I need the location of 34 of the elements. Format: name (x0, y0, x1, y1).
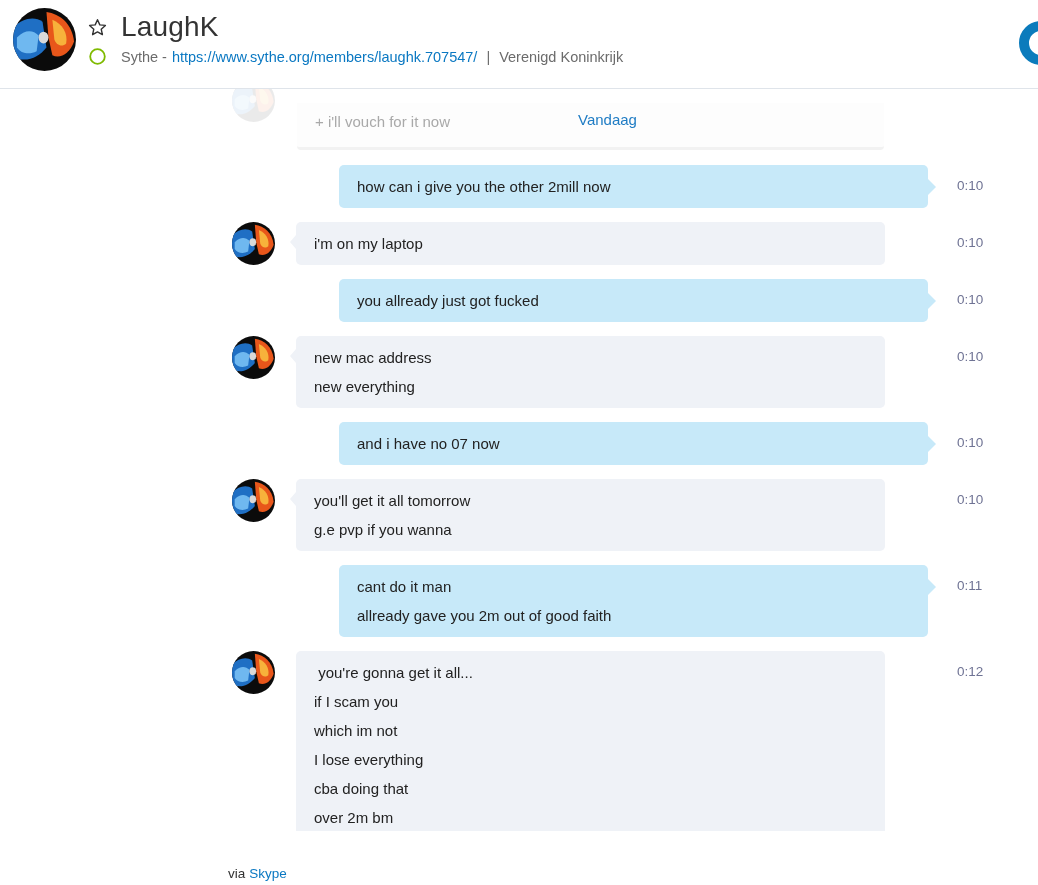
message-text: i'm on my laptop (314, 234, 424, 254)
separator: | (486, 48, 491, 65)
date-divider: Vandaag (578, 111, 637, 128)
message-time: 0:10 (957, 349, 984, 364)
profile-link[interactable]: https://www.sythe.org/members/laughk.707547/ (171, 48, 478, 65)
star-icon[interactable] (88, 17, 107, 37)
message-time: 0:10 (957, 435, 984, 450)
message-text: g.e pvp if you wanna (314, 520, 453, 540)
message-time: 0:10 (957, 178, 984, 193)
message-text: you're gonna get it all... (317, 663, 474, 683)
message-time: 0:11 (957, 578, 983, 593)
message-time: 0:10 (957, 235, 984, 250)
message-text: over 2m bm (314, 808, 395, 828)
message-text: cba doing that (314, 779, 410, 799)
message-time: 0:10 (957, 492, 984, 507)
message-text: and i have no 07 now (357, 434, 501, 454)
message-text: new everything (314, 377, 416, 397)
contact-name: LaughK (121, 11, 219, 43)
message-time: 0:10 (957, 292, 984, 307)
message-text: new mac address (314, 348, 433, 368)
message-text: how can i give you the other 2mill now (357, 177, 612, 197)
message-text: allready gave you 2m out of good faith (357, 606, 613, 626)
location-label: Verenigd Koninkrijk (499, 48, 624, 65)
message-text: you'll get it all tomorrow (314, 491, 472, 511)
message-text: I lose everything (314, 750, 425, 770)
via-label: via (228, 866, 246, 881)
skype-link[interactable]: Skype (249, 866, 287, 881)
message-text: + i'll vouch for it now (315, 113, 450, 130)
message-text: cant do it man (357, 577, 453, 597)
message-text: you allready just got fucked (357, 291, 540, 311)
message-time: 0:12 (957, 664, 984, 679)
message-text: if I scam you (314, 692, 400, 712)
source-label: Sythe - (121, 48, 167, 65)
message-text: which im not (314, 721, 399, 741)
